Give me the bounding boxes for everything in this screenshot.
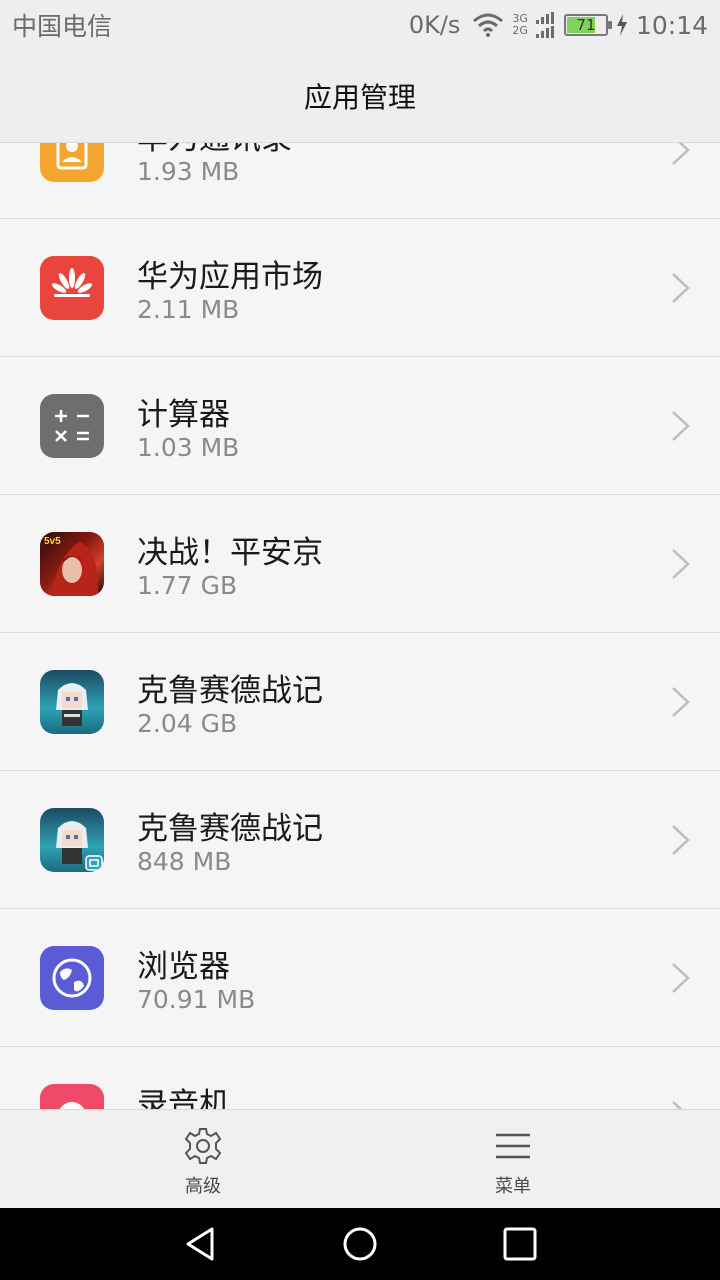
app-list[interactable]: 华为通讯录 1.93 MB 华为应用市场 2.11 MB	[0, 143, 720, 1109]
app-name: 克鲁赛德战记	[137, 811, 323, 847]
calculator-icon	[40, 394, 104, 458]
svg-text:5v5: 5v5	[44, 536, 61, 547]
list-item[interactable]: 5v5 决战！平安京 1.77 GB	[0, 495, 720, 633]
menu-icon	[496, 1133, 530, 1159]
app-size: 2.11 MB	[137, 295, 240, 324]
list-item[interactable]: 华为应用市场 2.11 MB	[0, 219, 720, 357]
charging-icon	[616, 14, 627, 36]
chevron-right-icon	[672, 963, 690, 993]
app-name: 华为应用市场	[137, 259, 323, 295]
list-item[interactable]: 克鲁赛德战记 848 MB	[0, 771, 720, 909]
app-size: 2.04 GB	[137, 709, 238, 738]
status-bar: 中国电信 0K/s 3G 2G 71 10:14	[0, 0, 720, 50]
game-onmyoji-icon: 5v5	[40, 532, 104, 596]
app-name: 计算器	[137, 397, 230, 433]
wifi-icon	[473, 13, 504, 37]
app-name: 华为通讯录	[137, 143, 292, 158]
net-2g-label: 2G	[512, 24, 528, 37]
app-size: 1.93 MB	[137, 157, 240, 186]
page-title: 应用管理	[303, 81, 416, 114]
gear-icon	[184, 1128, 222, 1164]
browser-icon	[40, 946, 104, 1010]
app-name: 浏览器	[137, 949, 230, 985]
advanced-button[interactable]: 高级	[48, 1110, 358, 1208]
app-size: 1.03 MB	[137, 433, 240, 462]
recorder-icon	[40, 1084, 104, 1109]
list-item[interactable]: 录音机	[0, 1047, 720, 1109]
app-name: 决战！平安京	[137, 535, 323, 571]
contacts-icon	[40, 143, 104, 182]
list-item[interactable]: 克鲁赛德战记 2.04 GB	[0, 633, 720, 771]
chevron-right-icon	[672, 687, 690, 717]
game-crusaders-icon	[40, 670, 104, 734]
app-name: 克鲁赛德战记	[137, 673, 323, 709]
battery-icon: 71	[563, 14, 612, 36]
title-bar: 应用管理	[0, 50, 720, 143]
clock: 10:14	[635, 10, 708, 40]
menu-button[interactable]: 菜单	[358, 1110, 668, 1208]
advanced-label: 高级	[185, 1176, 221, 1197]
status-right: 0K/s 3G 2G 71 10:14	[409, 11, 708, 40]
app-name: 录音机	[137, 1087, 230, 1109]
carrier-label: 中国电信	[12, 12, 113, 41]
huawei-appgallery-icon	[40, 256, 104, 320]
chevron-right-icon	[672, 411, 690, 441]
app-size: 1.77 GB	[137, 571, 238, 600]
network-type: 3G 2G	[512, 13, 528, 37]
list-item[interactable]: 华为通讯录 1.93 MB	[0, 143, 720, 219]
back-icon[interactable]	[182, 1226, 218, 1262]
chevron-right-icon	[672, 825, 690, 855]
bottom-toolbar: 高级 菜单	[0, 1109, 720, 1208]
list-item[interactable]: 浏览器 70.91 MB	[0, 909, 720, 1047]
game-crusaders-clone-icon	[40, 808, 104, 872]
home-icon[interactable]	[342, 1226, 378, 1262]
chevron-right-icon	[672, 273, 690, 303]
list-item[interactable]: 计算器 1.03 MB	[0, 357, 720, 495]
app-size: 70.91 MB	[137, 985, 256, 1014]
app-size: 848 MB	[137, 847, 232, 876]
recent-apps-icon[interactable]	[502, 1226, 538, 1262]
menu-label: 菜单	[495, 1176, 531, 1197]
system-nav-bar	[0, 1208, 720, 1280]
net-speed: 0K/s	[408, 11, 461, 39]
battery-level: 71	[576, 16, 596, 34]
chevron-right-icon	[672, 549, 690, 579]
chevron-right-icon	[672, 143, 690, 165]
chevron-right-icon	[672, 1101, 683, 1109]
signal-icon	[535, 12, 554, 38]
